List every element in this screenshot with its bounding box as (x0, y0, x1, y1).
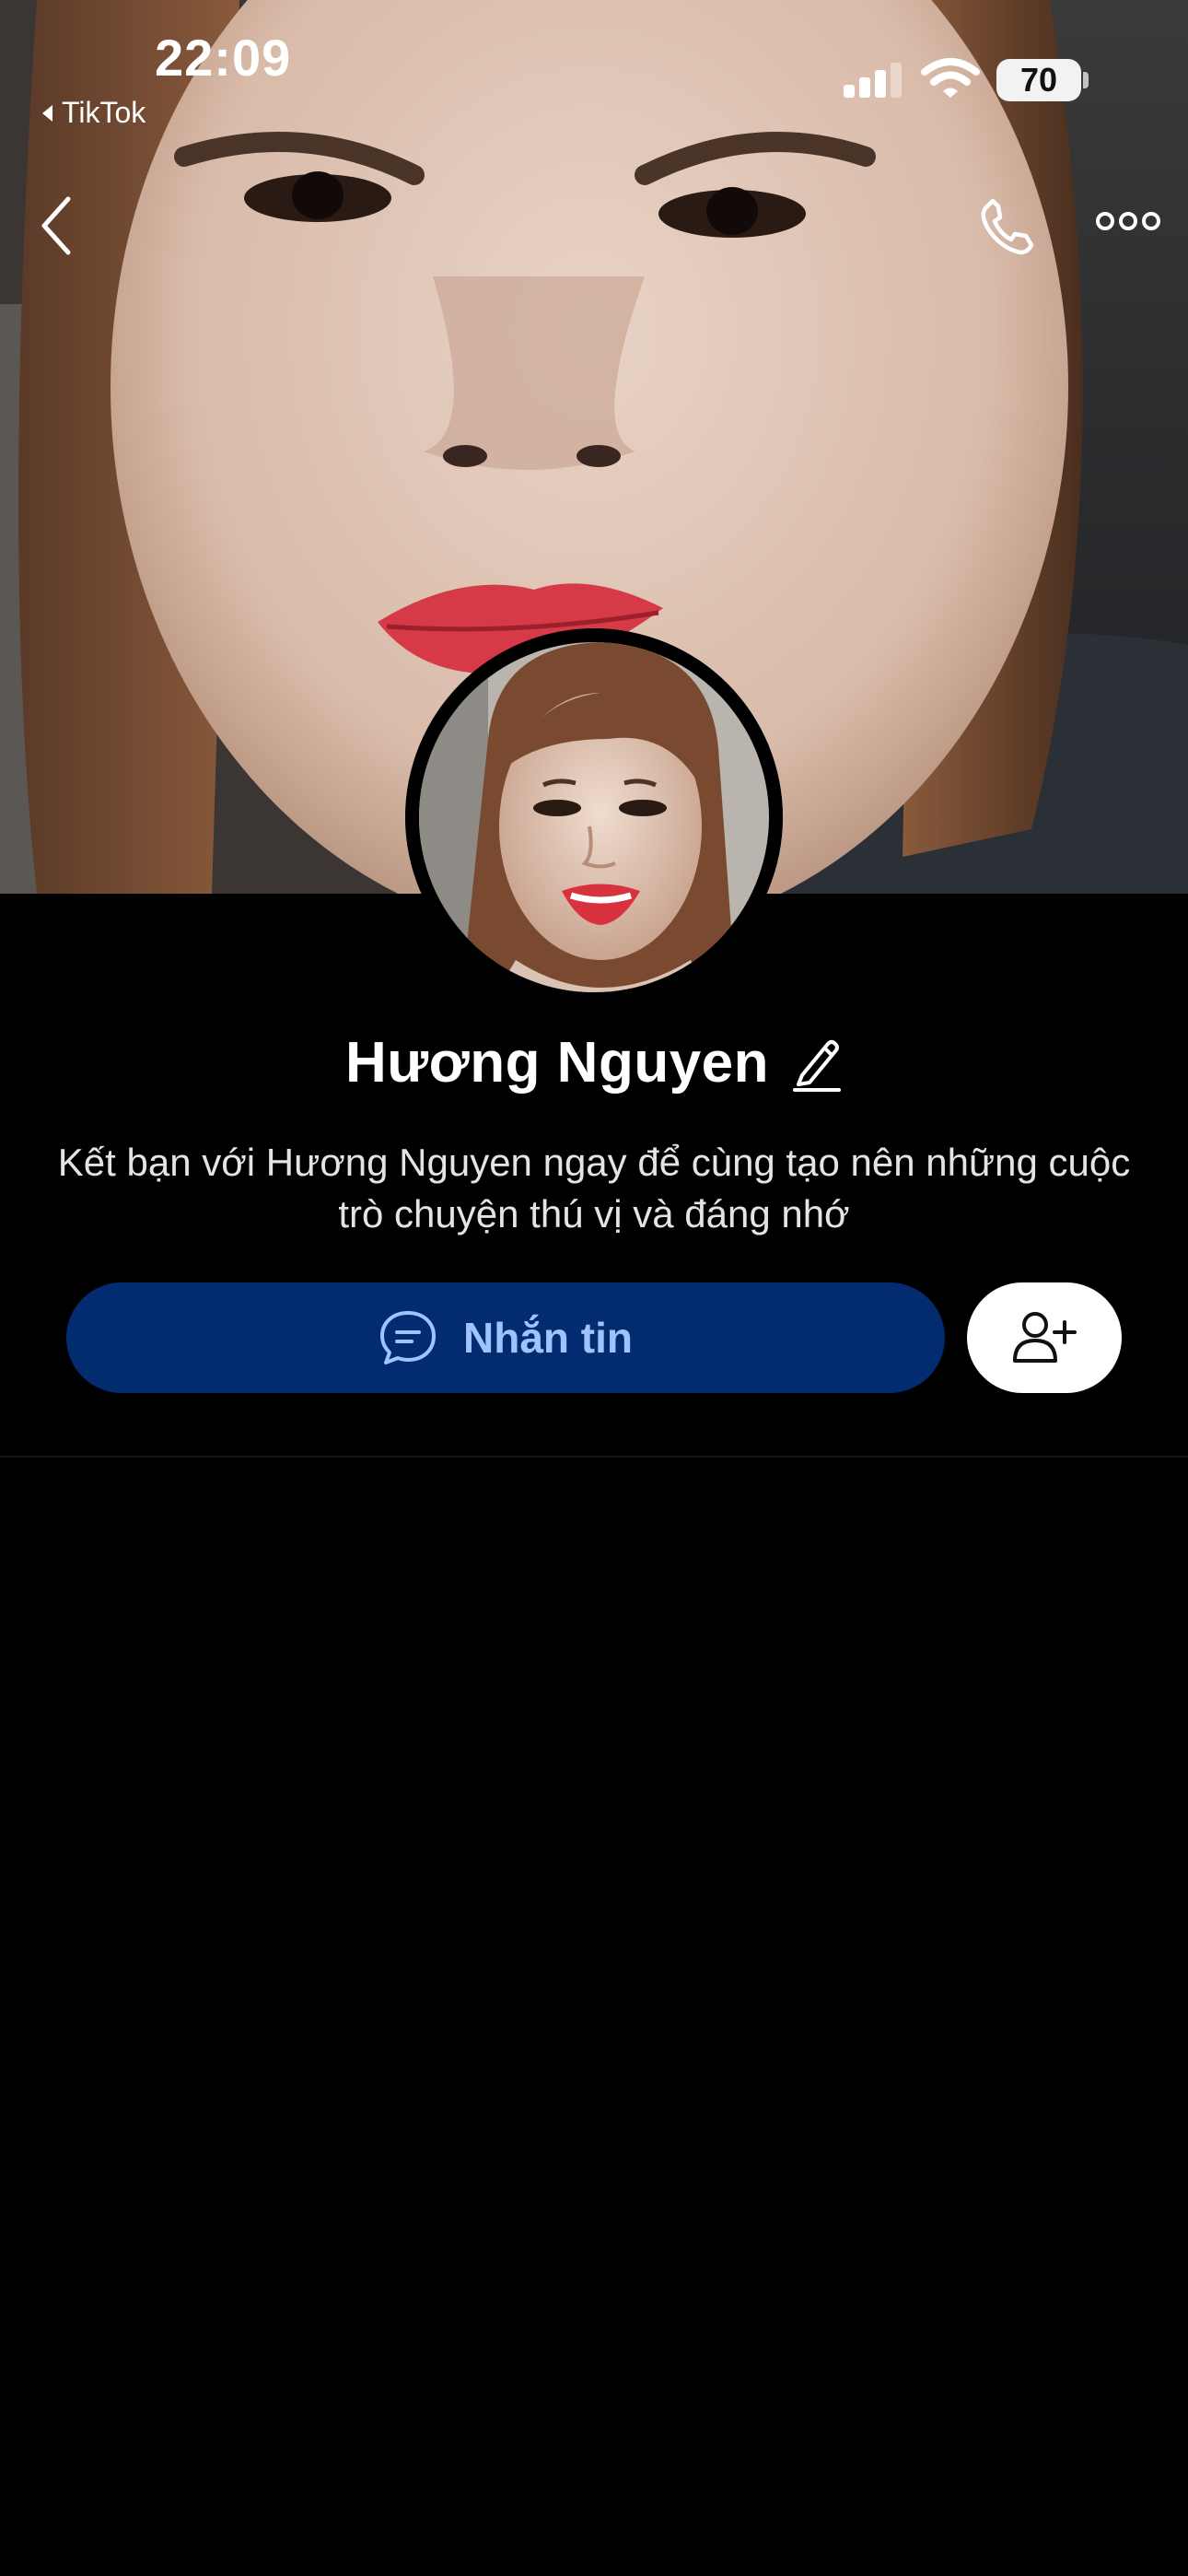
avatar[interactable] (405, 628, 783, 1006)
more-icon[interactable] (1096, 207, 1160, 235)
message-button[interactable]: Nhắn tin (66, 1282, 945, 1393)
back-to-app-label: TikTok (62, 96, 146, 129)
profile-screen: 22:09 TikTok 70 Hương Nguyen Kết bạn với… (0, 0, 1188, 2576)
status-time: 22:09 (155, 29, 292, 87)
avatar-image (405, 628, 783, 1006)
battery-cap (1083, 72, 1089, 88)
add-user-icon (1013, 1312, 1077, 1363)
message-button-label: Nhắn tin (463, 1314, 633, 1362)
profile-description: Kết bạn với Hương Nguyen ngay để cùng tạ… (57, 1141, 1131, 1235)
profile-name-row: Hương Nguyen (0, 1030, 1188, 1095)
back-arrow-icon (42, 104, 52, 122)
back-to-app-link[interactable]: TikTok (42, 96, 146, 130)
battery-level: 70 (1019, 61, 1058, 99)
section-divider (0, 1456, 1188, 1458)
profile-name: Hương Nguyen (344, 1031, 770, 1095)
battery-icon: 70 (996, 59, 1081, 101)
wifi-icon (921, 58, 980, 98)
cellular-signal-icon (844, 63, 902, 98)
add-friend-button[interactable] (967, 1282, 1122, 1393)
phone-icon[interactable] (974, 193, 1039, 258)
chat-bubble-icon (380, 1311, 436, 1364)
status-bar: 22:09 TikTok 70 (0, 0, 1188, 138)
pencil-icon[interactable] (791, 1035, 843, 1092)
back-chevron-icon[interactable] (37, 193, 74, 258)
